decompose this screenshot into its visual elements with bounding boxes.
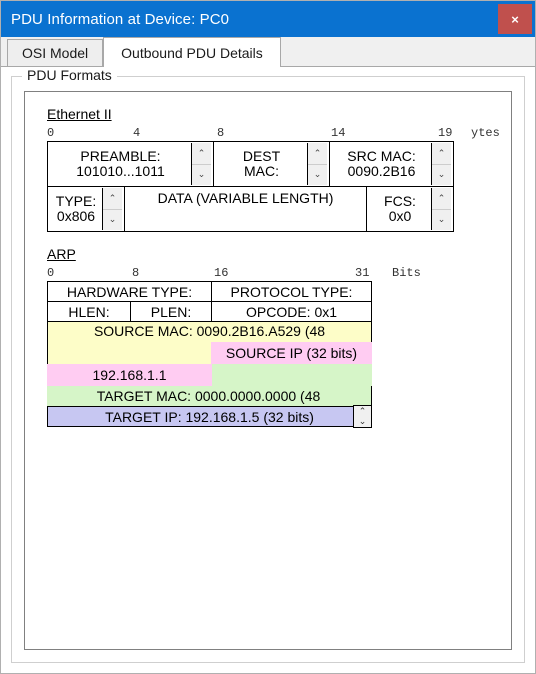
tab-osi-model[interactable]: OSI Model [7,39,104,66]
close-icon[interactable]: × [498,4,532,34]
spin-up-icon[interactable]: ⌃ [308,143,327,165]
ethernet-src-mac-spinner[interactable]: ⌃ ⌄ [431,143,451,185]
ethernet-dest-mac-label: DEST [242,147,281,164]
arp-target-mac-overlay[interactable]: TARGET MAC: 0000.0000.0000 (48 [47,386,370,406]
arp-ruler-tick-0: 0 [47,266,55,280]
spin-down-icon[interactable]: ⌄ [432,210,451,231]
ethernet-unit-label: ytes [471,126,500,140]
arp-ruler-tick-8: 8 [132,266,140,280]
ethernet-field-data[interactable]: DATA (VARIABLE LENGTH) [124,186,367,232]
ethernet-type-spinner[interactable]: ⌃ ⌄ [102,188,122,230]
arp-field-plen[interactable]: PLEN: [130,301,212,322]
arp-field-source-ip-label[interactable]: SOURCE IP (32 bits) [211,342,372,364]
spin-up-icon[interactable]: ⌃ [432,143,451,165]
spin-down-icon[interactable]: ⌄ [432,165,451,186]
pdu-formats-legend: PDU Formats [22,67,117,83]
tab-content-panel: PDU Formats Ethernet II 0 4 8 14 19 ytes [1,67,535,673]
ethernet-ruler-tick-19: 19 [438,126,453,140]
ethernet-src-mac-label: SRC MAC: [347,147,416,164]
arp-unit-label: Bits [392,266,421,280]
ethernet-header-row-2: TYPE: 0x806 ⌃ ⌄ DATA (VARIABLE LENGTH) F… [47,186,511,232]
spin-down-icon[interactable]: ⌄ [103,210,122,231]
ethernet-type-label: TYPE: [55,192,97,209]
ethernet-dest-mac-spinner[interactable]: ⌃ ⌄ [307,143,327,185]
arp-ruler: 0 8 16 31 Bits [47,266,447,281]
window-title: PDU Information at Device: PC0 [11,10,230,28]
arp-field-hardware-type[interactable]: HARDWARE TYPE: [47,281,212,302]
ethernet-fcs-value: 0x0 [388,208,412,224]
arp-field-hlen[interactable]: HLEN: [47,301,131,322]
ethernet-field-src-mac[interactable]: SRC MAC: 0090.2B16 ⌃ ⌄ [329,141,454,187]
ethernet-src-mac-value: 0090.2B16 [347,163,416,179]
pdu-formats-scroll-area[interactable]: Ethernet II 0 4 8 14 19 ytes PREAMBLE: 1… [24,91,512,650]
ethernet-ruler: 0 4 8 14 19 ytes [47,126,500,141]
ethernet-type-value: 0x806 [56,208,96,224]
arp-ruler-tick-16: 16 [214,266,229,280]
ethernet-fcs-spinner[interactable]: ⌃ ⌄ [431,188,451,230]
ethernet-fcs-label: FCS: [384,192,416,209]
arp-target-mac-fill [212,364,372,386]
arp-ruler-tick-31: 31 [355,266,370,280]
arp-field-opcode[interactable]: OPCODE: 0x1 [211,301,372,322]
spin-down-icon[interactable]: ⌄ [354,417,371,428]
ethernet-field-fcs[interactable]: FCS: 0x0 ⌃ ⌄ [366,186,454,232]
ethernet-ruler-tick-4: 4 [133,126,141,140]
ethernet-ruler-tick-8: 8 [217,126,225,140]
arp-field-stack: HARDWARE TYPE: PROTOCOL TYPE: HLEN: PLEN… [47,281,372,428]
ethernet-preamble-value: 101010...1011 [76,163,165,179]
spin-up-icon[interactable]: ⌃ [103,188,122,210]
window-titlebar: PDU Information at Device: PC0 × [1,1,535,37]
ethernet-field-type[interactable]: TYPE: 0x806 ⌃ ⌄ [47,186,125,232]
tab-outbound-pdu-details[interactable]: Outbound PDU Details [103,37,281,67]
arp-section-title: ARP [47,246,76,262]
ethernet-ruler-tick-14: 14 [331,126,346,140]
spin-up-icon[interactable]: ⌃ [432,188,451,210]
spin-up-icon[interactable]: ⌃ [354,406,371,417]
arp-field-target-ip[interactable]: TARGET IP: 192.168.1.5 (32 bits) [47,406,372,427]
ethernet-field-dest-mac[interactable]: DEST MAC: ⌃ ⌄ [213,141,330,187]
ethernet-header-row-1: PREAMBLE: 101010...1011 ⌃ ⌄ DEST MAC: ⌃ … [47,141,511,187]
spin-up-icon[interactable]: ⌃ [192,143,211,165]
pdu-formats-groupbox: PDU Formats Ethernet II 0 4 8 14 19 ytes [11,67,525,663]
spin-down-icon[interactable]: ⌄ [192,165,211,186]
ethernet-ruler-tick-0: 0 [47,126,55,140]
ethernet-data-label: DATA (VARIABLE LENGTH) [157,190,334,206]
pdu-information-window: PDU Information at Device: PC0 × OSI Mod… [0,0,536,674]
arp-field-protocol-type[interactable]: PROTOCOL TYPE: [211,281,372,302]
ethernet-preamble-label: PREAMBLE: [80,147,161,164]
ethernet-section-title: Ethernet II [47,106,112,122]
ethernet-preamble-spinner[interactable]: ⌃ ⌄ [191,143,211,185]
arp-source-ip-value-overlay[interactable]: 192.168.1.1 [47,364,212,386]
tab-bar: OSI Model Outbound PDU Details [1,37,535,67]
spin-down-icon[interactable]: ⌄ [308,165,327,186]
ethernet-field-preamble[interactable]: PREAMBLE: 101010...1011 ⌃ ⌄ [47,141,214,187]
arp-target-ip-spinner[interactable]: ⌃ ⌄ [353,405,372,428]
ethernet-dest-mac-value: MAC: [244,163,279,179]
